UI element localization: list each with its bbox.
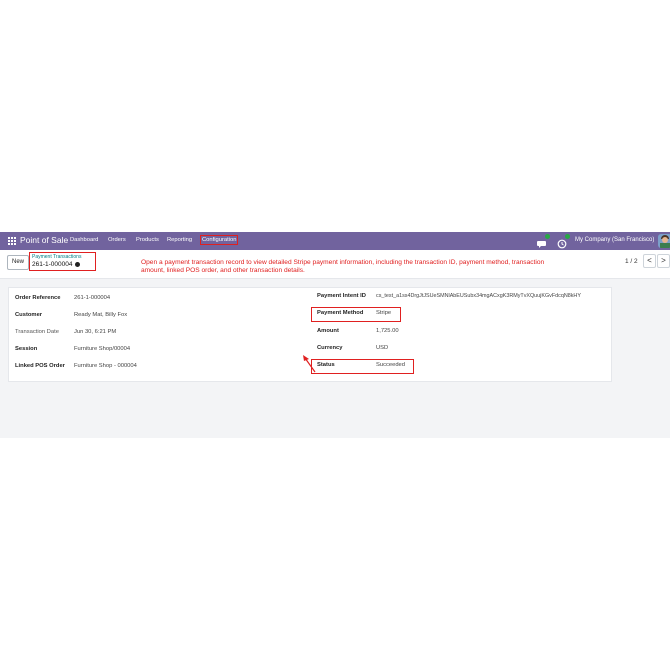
top-navbar: Point of Sale Dashboard Orders Products … xyxy=(0,232,670,250)
chat-badge xyxy=(545,234,550,239)
breadcrumb-parent-link[interactable]: Payment Transactions xyxy=(32,254,81,260)
payment-method-value[interactable]: Stripe xyxy=(376,310,391,316)
record-name: 261-1-000004 xyxy=(32,261,73,268)
menu-products[interactable]: Products xyxy=(136,237,159,243)
pager-previous-button[interactable]: < xyxy=(643,254,656,268)
amount-value[interactable]: 1,725.00 xyxy=(376,328,399,334)
company-switcher[interactable]: My Company (San Francisco) xyxy=(575,237,654,243)
new-button[interactable]: New xyxy=(7,255,29,270)
transaction-form-sheet: Order Reference 261-1-000004 Customer Re… xyxy=(8,287,612,382)
breadcrumb: Payment Transactions 261-1-000004 xyxy=(29,252,96,271)
pager-value[interactable]: 1 / 2 xyxy=(625,258,638,265)
menu-reporting[interactable]: Reporting xyxy=(167,237,192,243)
pager-next-button[interactable]: > xyxy=(657,254,670,268)
apps-grid-icon[interactable] xyxy=(8,237,16,245)
currency-value[interactable]: USD xyxy=(376,345,388,351)
app-name[interactable]: Point of Sale xyxy=(20,235,68,245)
activity-clock-icon[interactable] xyxy=(557,234,570,249)
user-avatar[interactable] xyxy=(658,234,670,248)
pointer-arrow-icon xyxy=(303,355,316,373)
gear-icon[interactable] xyxy=(75,261,81,267)
menu-dashboard[interactable]: Dashboard xyxy=(70,237,98,243)
instruction-annotation: Open a payment transaction record to vie… xyxy=(141,259,545,274)
activity-badge xyxy=(565,234,570,239)
pos-app: Point of Sale Dashboard Orders Products … xyxy=(0,232,670,438)
status-value[interactable]: Succeeded xyxy=(376,362,405,368)
menu-orders[interactable]: Orders xyxy=(108,237,126,243)
chat-icon[interactable] xyxy=(537,234,550,248)
control-panel: New Payment Transactions 261-1-000004 Op… xyxy=(0,250,670,279)
menu-configuration[interactable]: Configuration xyxy=(200,235,239,245)
breadcrumb-current: 261-1-000004 xyxy=(32,261,81,268)
payment-intent-id-value[interactable]: cs_test_a1ss4DrgJtJSUeSMNlAbEUSubx34mgAC… xyxy=(376,293,581,299)
